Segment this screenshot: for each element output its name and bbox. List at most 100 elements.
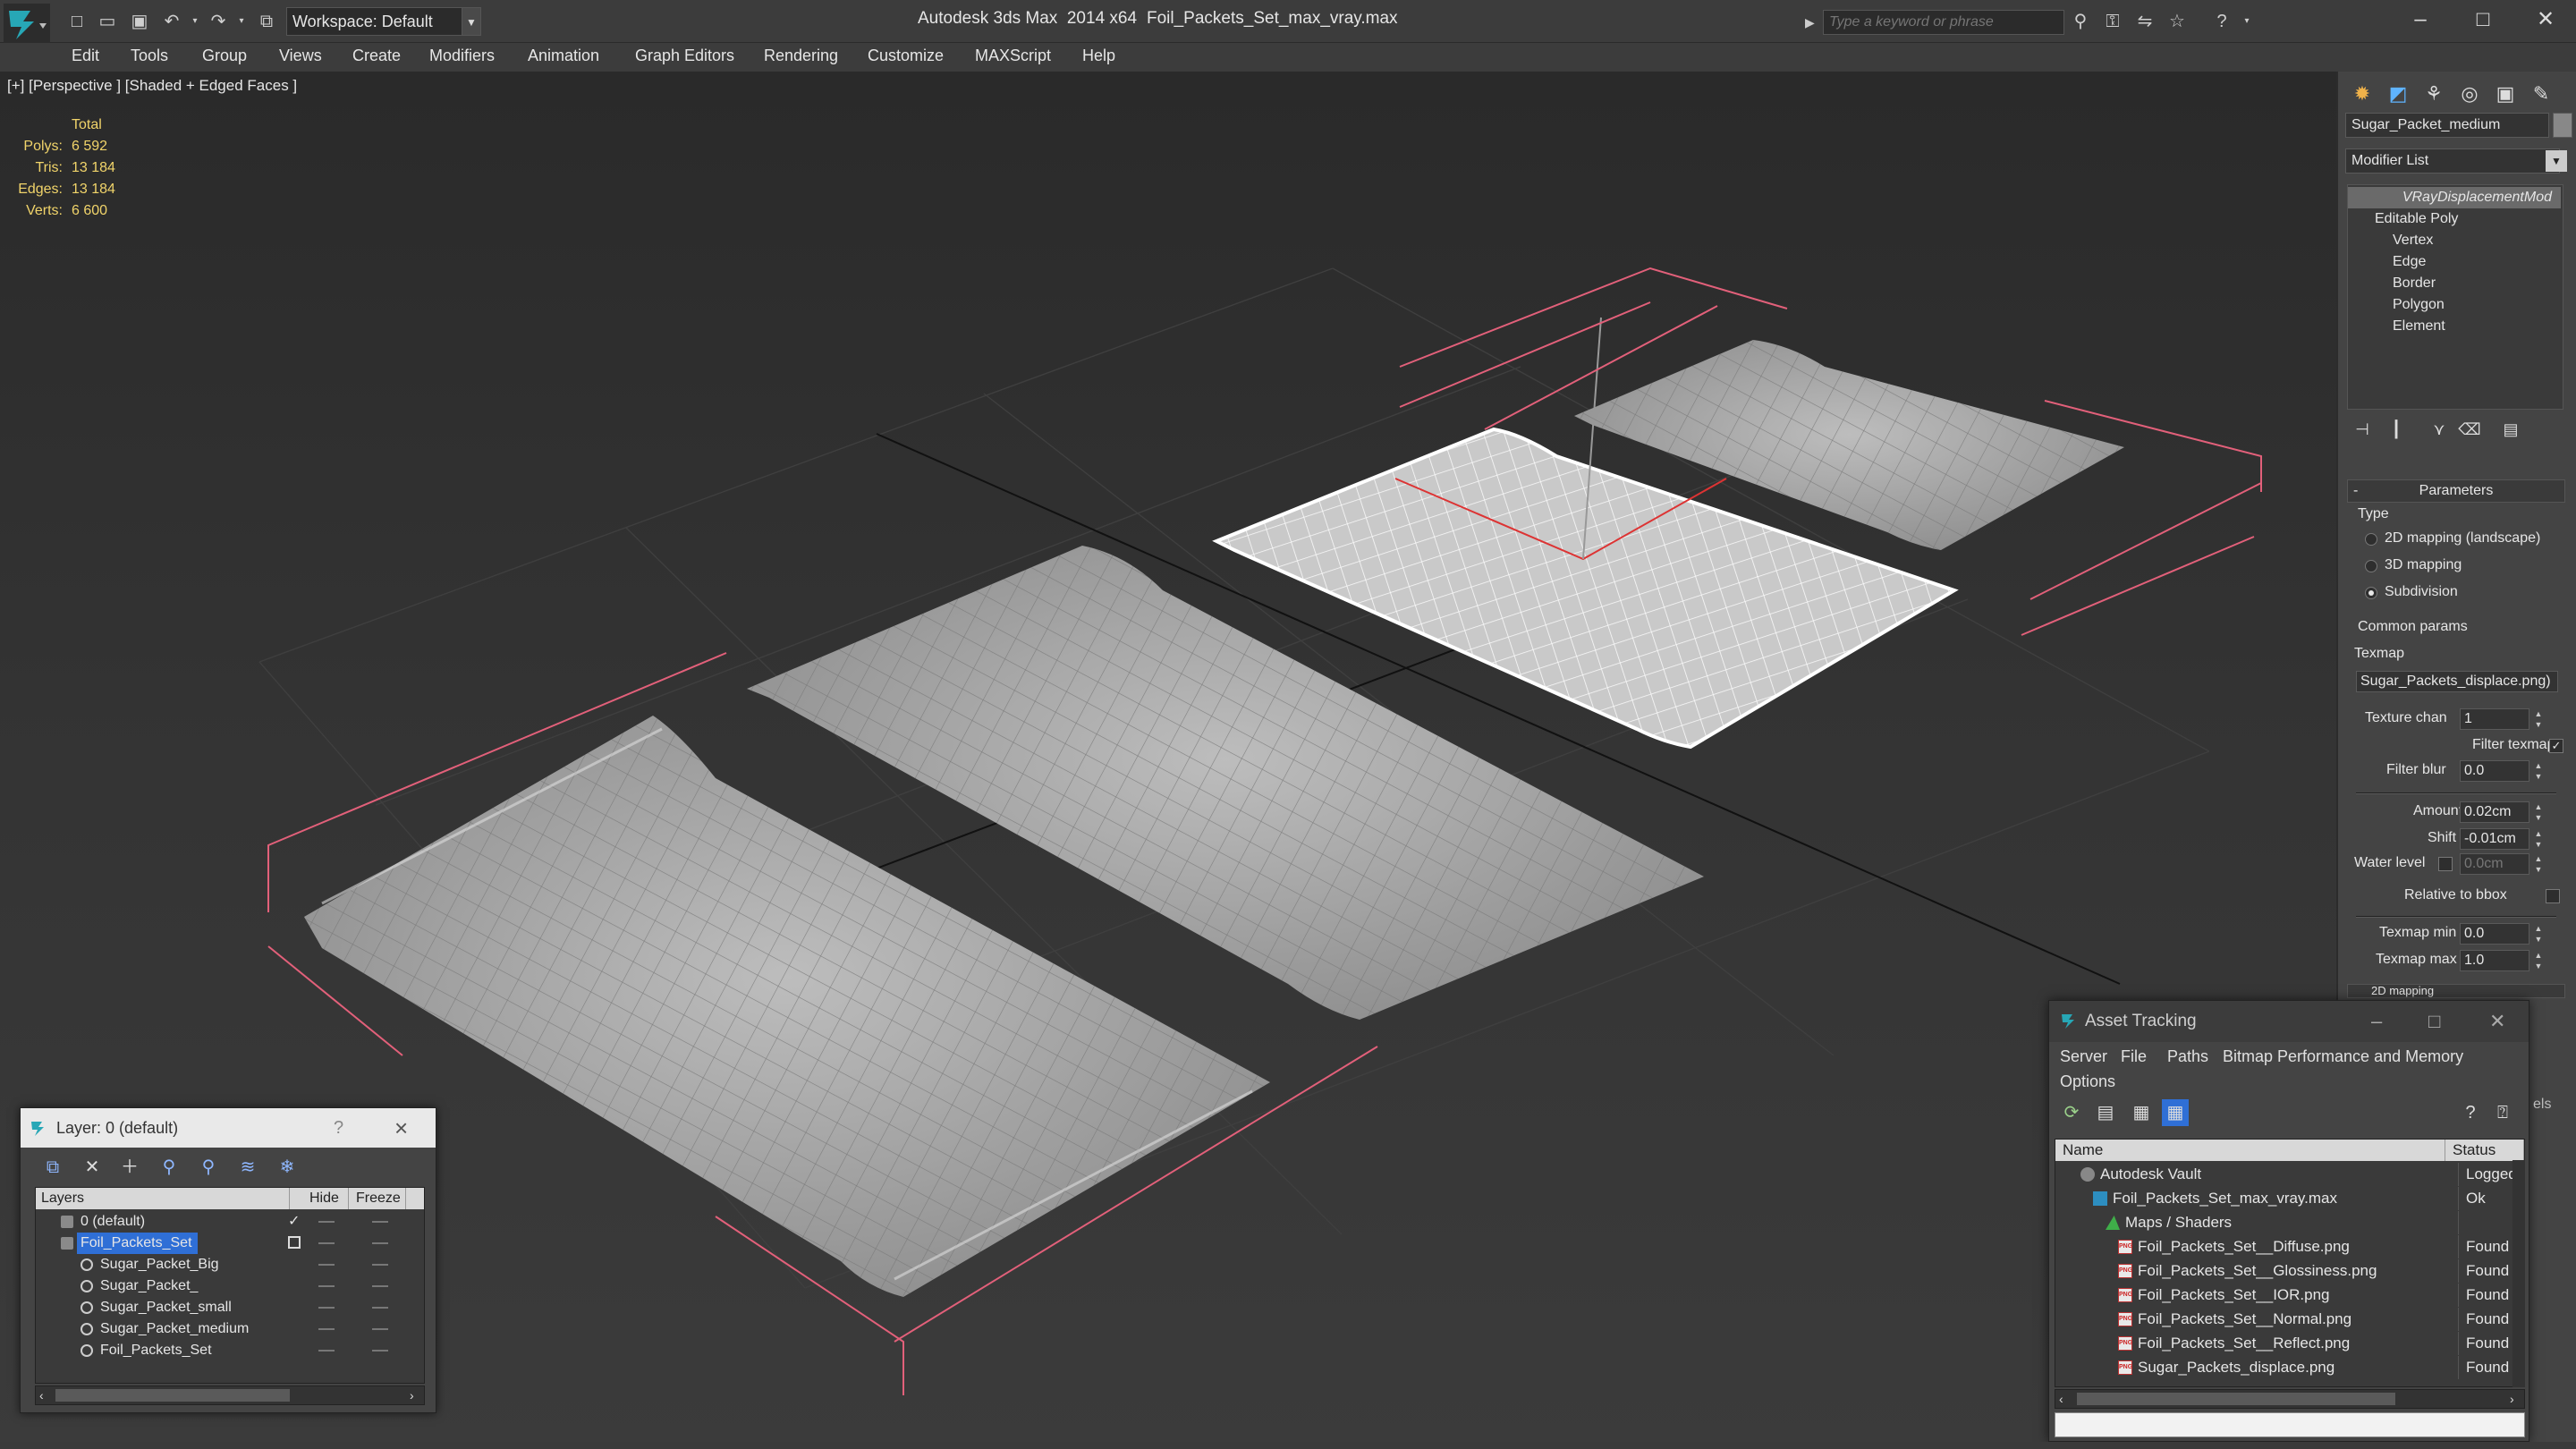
freeze-toggle[interactable] (372, 1328, 388, 1330)
asset-row[interactable]: PNG Foil_Packets_Set__Diffuse.png Found (2055, 1235, 2524, 1258)
grid-view-icon[interactable]: ▦ (2162, 1099, 2189, 1126)
layer-row[interactable]: Sugar_Packet_medium (36, 1318, 424, 1340)
key-icon[interactable]: ⚿ (2102, 11, 2123, 32)
hide-all-layers-icon[interactable]: ≋ (235, 1155, 260, 1180)
asset-menu-bitmap-performance[interactable]: Bitmap Performance and Memory (2223, 1047, 2463, 1066)
column-hide[interactable]: Hide (304, 1188, 349, 1209)
modifier-list-dropdown[interactable]: Modifier List (2345, 148, 2560, 174)
stack-sub-vertex[interactable]: Vertex (2348, 230, 2561, 251)
scroll-right-icon[interactable]: › (2510, 1390, 2514, 1408)
asset-menu-file[interactable]: File (2121, 1047, 2147, 1066)
spinner-arrows-icon[interactable]: ▲ ▼ (2533, 923, 2544, 945)
layer-row[interactable]: 0 (default) ✓ (36, 1211, 424, 1233)
collapse-icon[interactable]: - (2353, 480, 2358, 502)
search-input[interactable] (1823, 10, 2064, 35)
make-current-checkbox[interactable] (288, 1236, 301, 1249)
new-file-icon[interactable]: □ (66, 11, 88, 32)
menu-views[interactable]: Views (279, 47, 322, 65)
layer-row[interactable]: Foil_Packets_Set (36, 1340, 424, 1361)
filter-texmap-checkbox[interactable]: ✓ (2549, 739, 2563, 753)
asset-row[interactable]: Foil_Packets_Set_max_vray.max Ok (2055, 1187, 2524, 1210)
asset-row[interactable]: PNG Foil_Packets_Set__IOR.png Found (2055, 1284, 2524, 1307)
save-file-icon[interactable]: ▣ (129, 11, 150, 32)
stack-sub-edge[interactable]: Edge (2348, 251, 2561, 273)
menu-graph-editors[interactable]: Graph Editors (635, 47, 734, 65)
close-icon[interactable]: ✕ (2489, 1001, 2505, 1042)
freeze-toggle[interactable] (372, 1307, 388, 1309)
column-status[interactable]: Status (2445, 1140, 2524, 1161)
redo-dropdown-icon[interactable]: ▾ (231, 11, 252, 32)
radio-2d-mapping[interactable] (2365, 533, 2377, 546)
add-to-layer-icon[interactable]: ＋ (117, 1155, 142, 1180)
open-file-icon[interactable]: ▭ (97, 11, 118, 32)
viewport-label[interactable]: [+] [Perspective ] [Shaded + Edged Faces… (7, 77, 297, 95)
configure-sets-icon[interactable]: ▤ (2499, 417, 2522, 442)
freeze-toggle[interactable] (372, 1350, 388, 1352)
horizontal-scrollbar[interactable]: ‹ › (35, 1385, 425, 1405)
texmap-max-input[interactable]: 1.0 (2460, 950, 2529, 971)
asset-row[interactable]: Autodesk VaultLogged O (2055, 1163, 2524, 1186)
column-name[interactable]: Name (2055, 1140, 2445, 1161)
display-tab-icon[interactable]: ▣ (2490, 79, 2521, 109)
spinner-arrows-icon[interactable]: ▲ ▼ (2533, 708, 2544, 730)
minimize-icon[interactable]: – (2402, 4, 2438, 36)
asset-row[interactable]: PNG Sugar_Packets_displace.png Found (2055, 1356, 2524, 1379)
asset-menu-server[interactable]: Server (2060, 1047, 2107, 1066)
column-freeze[interactable]: Freeze (351, 1188, 406, 1209)
chevron-down-icon[interactable]: ▼ (462, 7, 481, 36)
menu-edit[interactable]: Edit (72, 47, 99, 65)
column-layers[interactable]: Layers (36, 1188, 290, 1209)
menu-animation[interactable]: Animation (528, 47, 599, 65)
remove-modifier-icon[interactable]: ⌫ (2458, 417, 2481, 442)
menu-modifiers[interactable]: Modifiers (429, 47, 495, 65)
stack-sub-element[interactable]: Element (2348, 316, 2561, 337)
table-view-icon[interactable]: ▦ (2128, 1099, 2155, 1126)
vertical-scrollbar[interactable] (2512, 1160, 2525, 1387)
layer-row[interactable]: Sugar_Packet_small (36, 1297, 424, 1318)
spinner-arrows-icon[interactable]: ▲ ▼ (2533, 828, 2544, 850)
freeze-toggle[interactable] (372, 1242, 388, 1244)
help-icon[interactable]: ? (334, 1108, 343, 1148)
workspace-dropdown[interactable]: Workspace: Default (286, 7, 481, 36)
show-end-result-icon[interactable]: ┃ (2385, 417, 2408, 442)
menu-rendering[interactable]: Rendering (764, 47, 838, 65)
search-expand-icon[interactable]: ▶ (1805, 11, 1821, 34)
select-objects-in-layer-icon[interactable]: ⚲ (157, 1155, 182, 1180)
freeze-all-layers-icon[interactable]: ❄ (275, 1155, 300, 1180)
hide-toggle[interactable] (318, 1307, 335, 1309)
water-level-checkbox[interactable] (2438, 857, 2453, 871)
texmap-button[interactable]: Sugar_Packets_displace.png) (2356, 671, 2558, 692)
highlight-selected-layer-icon[interactable]: ⚲ (196, 1155, 221, 1180)
menu-help[interactable]: Help (1082, 47, 1115, 65)
stack-sub-polygon[interactable]: Polygon (2348, 294, 2561, 316)
parameters-rollout-header[interactable]: - Parameters (2347, 479, 2565, 503)
maximize-icon[interactable]: □ (2428, 1001, 2440, 1042)
list-view-icon[interactable]: ▤ (2092, 1099, 2119, 1126)
asset-row[interactable]: PNG Foil_Packets_Set__Normal.png Found (2055, 1308, 2524, 1331)
project-folder-icon[interactable]: ⧉ (256, 11, 277, 32)
scroll-left-icon[interactable]: ‹ (39, 1386, 44, 1404)
scroll-left-icon[interactable]: ‹ (2059, 1390, 2063, 1408)
exchange-icon[interactable]: ⇋ (2134, 11, 2156, 32)
create-layer-icon[interactable]: ⧉ (40, 1155, 65, 1180)
hierarchy-tab-icon[interactable]: ⚘ (2419, 79, 2449, 109)
spinner-arrows-icon[interactable]: ▲ ▼ (2533, 801, 2544, 823)
freeze-toggle[interactable] (372, 1285, 388, 1287)
refresh-icon[interactable]: ⟳ (2058, 1099, 2085, 1126)
spinner-arrows-icon[interactable]: ▲ ▼ (2533, 950, 2544, 971)
chevron-down-icon[interactable]: ▼ (2546, 150, 2567, 172)
asset-menu-paths[interactable]: Paths (2167, 1047, 2208, 1066)
radio-subdivision[interactable] (2365, 587, 2377, 599)
asset-row[interactable]: Maps / Shaders (2055, 1211, 2524, 1234)
layer-row[interactable]: Sugar_Packet_ (36, 1275, 424, 1297)
undo-icon[interactable]: ↶ (161, 11, 182, 32)
asset-row[interactable]: PNG Foil_Packets_Set__Reflect.png Found (2055, 1332, 2524, 1355)
hide-toggle[interactable] (318, 1221, 335, 1223)
close-icon[interactable]: × (394, 1108, 408, 1148)
pin-stack-icon[interactable]: ⊣ (2351, 417, 2374, 442)
make-unique-icon[interactable]: ⋎ (2428, 417, 2451, 442)
hide-toggle[interactable] (318, 1328, 335, 1330)
help-icon[interactable]: ? (2457, 1099, 2484, 1126)
radio-3d-mapping[interactable] (2365, 560, 2377, 572)
layer-dialog-title[interactable]: Layer: 0 (default) ? × (21, 1108, 436, 1148)
